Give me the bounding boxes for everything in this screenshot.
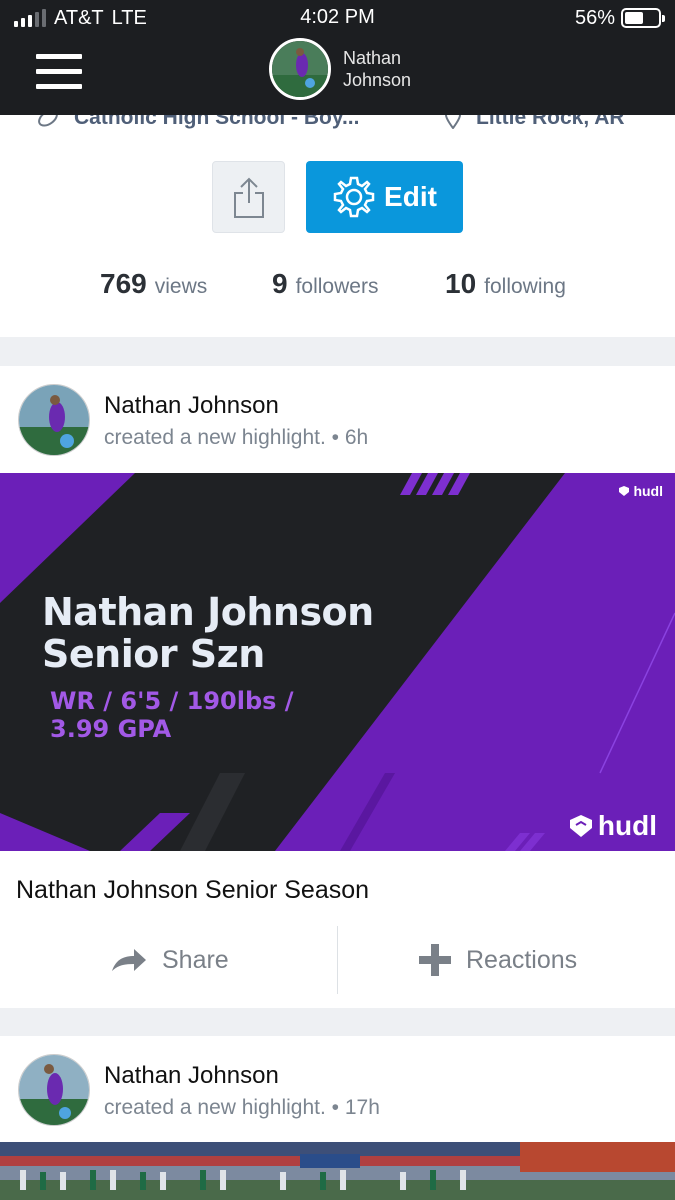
reactions-label: Reactions [466,945,578,974]
profile-stats: 769 views 9 followers 10 following [0,268,675,302]
stat-value: 769 [100,268,147,299]
hudl-logo-large: hudl [568,810,657,842]
plus-icon [419,944,451,976]
gear-icon [333,176,375,218]
hudl-icon [619,486,630,496]
stat-value: 10 [445,268,477,299]
share-arrow-icon [112,949,146,971]
reactions-button[interactable]: Reactions [418,926,577,994]
author-name[interactable]: Nathan Johnson [104,392,279,420]
battery-icon [621,8,665,28]
share-label: Share [162,945,229,974]
stat-views[interactable]: 769 views [100,268,207,300]
status-bar-right: 56% [574,6,665,30]
thumbnail-title-line2: Senior Szn [42,632,265,676]
stat-label: followers [295,275,379,298]
stat-followers[interactable]: 9 followers [272,268,378,300]
post-subtitle: created a new highlight. • 17h [104,1096,380,1119]
post-subtitle: created a new highlight. • 6h [104,426,369,449]
stat-label: views [154,275,208,298]
edit-label: Edit [384,181,437,212]
share-icon [233,177,264,218]
share-profile-button[interactable] [212,161,285,233]
hudl-logo-small: hudl [618,483,663,499]
highlight-video-thumbnail[interactable]: hudl Nathan Johnson Senior Szn WR / 6'5 … [0,473,675,851]
post-actions: Share Reactions [0,926,675,994]
thumbnail-stats: WR / 6'5 / 190lbs / 3.99 GPA [50,687,294,743]
battery-percent: 56% [574,6,615,29]
stat-label: following [484,275,566,298]
thumbnail-text: Nathan Johnson Senior Szn WR / 6'5 / 190… [42,591,374,743]
thumbnail-title-line1: Nathan Johnson [42,590,374,634]
top-bar: AT&T LTE 4:02 PM 56% Nathan Johnson [0,0,675,115]
profile-card: Catholic High School - Boy... Little Roc… [0,100,675,337]
hudl-brand-small: hudl [633,483,663,499]
feed-card: Nathan Johnson created a new highlight. … [0,1036,675,1200]
share-button[interactable]: Share [110,926,229,994]
author-avatar[interactable] [18,384,90,456]
stat-following[interactable]: 10 following [445,268,566,300]
hudl-icon [569,815,592,837]
author-name[interactable]: Nathan Johnson [104,1062,279,1090]
nav-avatar[interactable] [269,38,331,100]
highlight-video-thumbnail[interactable] [0,1142,675,1200]
edit-profile-button[interactable]: Edit [306,161,463,233]
action-divider [337,926,338,994]
menu-icon[interactable] [36,54,82,90]
status-time: 4:02 PM [300,6,375,28]
author-avatar[interactable] [18,1054,90,1126]
stadium-photo [0,1142,675,1200]
stat-value: 9 [272,268,288,299]
feed-card: Nathan Johnson created a new highlight. … [0,366,675,1008]
post-caption[interactable]: Nathan Johnson Senior Season [16,876,369,905]
hudl-brand-large: hudl [597,810,657,841]
nav-user-name: Nathan Johnson [343,48,412,90]
